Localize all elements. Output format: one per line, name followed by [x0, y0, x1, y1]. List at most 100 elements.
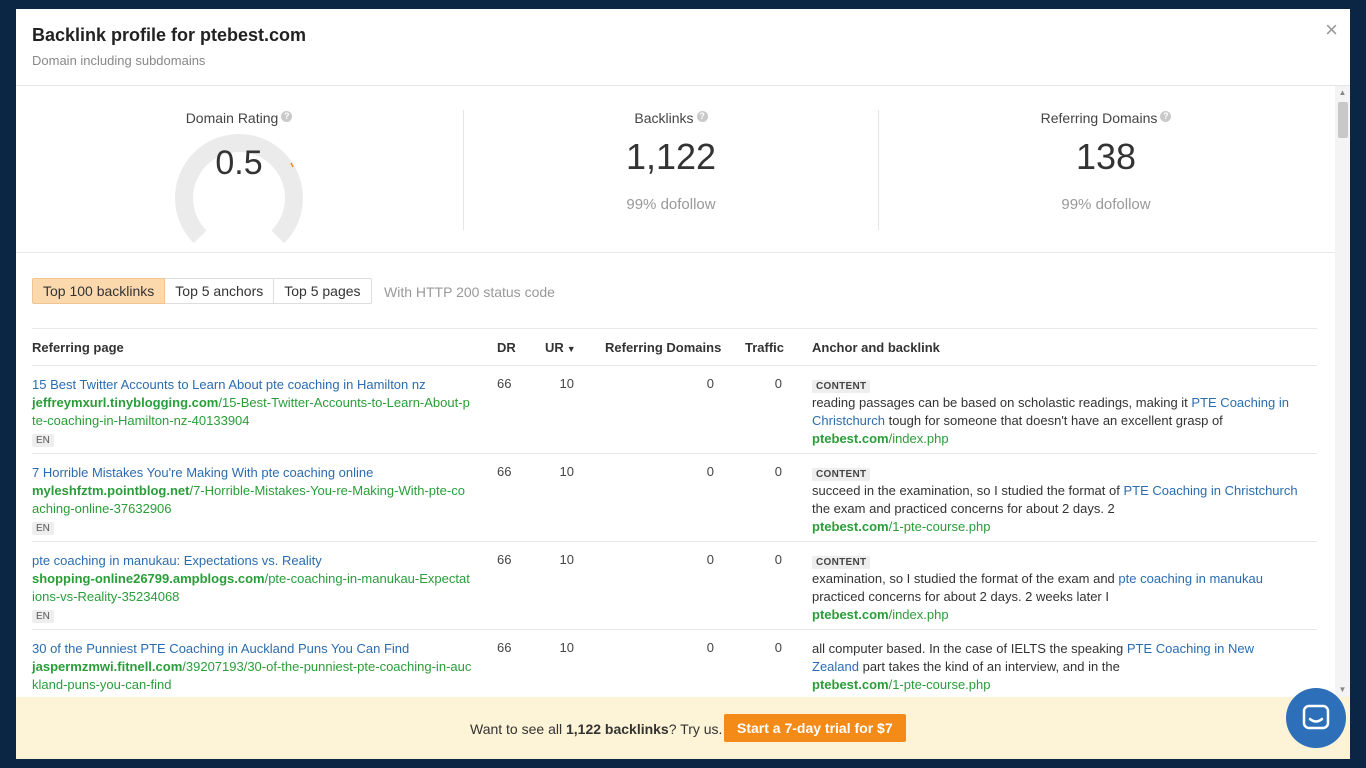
sort-down-icon: ▼ — [566, 344, 576, 354]
start-trial-button[interactable]: Start a 7-day trial for $7 — [724, 714, 906, 742]
anchor-context-after: tough for someone that doesn't have an e… — [884, 413, 1223, 428]
backlinks-metric: Backlinks? 1,122 99% dofollow — [571, 110, 771, 213]
traffic-value: 0 — [774, 464, 782, 479]
modal-header: Backlink profile for ptebest.com Domain … — [16, 9, 1350, 86]
referring-page-cell: 30 of the Punniest PTE Coaching in Auckl… — [32, 640, 472, 694]
dr-value: 66 — [497, 640, 512, 655]
referring-page-title[interactable]: 30 of the Punniest PTE Coaching in Auckl… — [32, 640, 472, 658]
language-badge: EN — [32, 434, 54, 447]
table-header: Referring page DR UR ▼ Referring Domains … — [32, 328, 1317, 366]
tab-top-5-pages[interactable]: Top 5 pages — [274, 278, 372, 304]
header-ur-label: UR — [545, 340, 564, 355]
referring-page-title[interactable]: 15 Best Twitter Accounts to Learn About … — [32, 376, 472, 394]
header-traffic[interactable]: Traffic — [745, 340, 784, 355]
modal-title: Backlink profile for ptebest.com — [32, 25, 307, 45]
content-badge: CONTENT — [812, 556, 871, 569]
scroll-thumb[interactable] — [1338, 102, 1348, 138]
scroll-up-icon[interactable]: ▲ — [1335, 86, 1350, 100]
referring-domains-label: Referring Domains — [1040, 110, 1158, 126]
upgrade-footer: Want to see all 1,122 backlinks? Try us.… — [16, 697, 1350, 759]
traffic-value: 0 — [774, 640, 782, 655]
backlink-domain: ptebest.com — [812, 677, 889, 692]
anchor-context-after: practiced concerns for about 2 days. 2 w… — [812, 589, 1109, 604]
referring-domains-dofollow: 99% dofollow — [1061, 196, 1151, 213]
anchor-cell: CONTENT succeed in the examination, so I … — [812, 464, 1302, 536]
domain-rating-label: Domain Rating — [185, 110, 279, 126]
header-referring-page[interactable]: Referring page — [32, 340, 124, 355]
backlink-path: /index.php — [888, 607, 949, 622]
anchor-context-before: all computer based. In the case of IELTS… — [812, 641, 1127, 656]
backlink-url[interactable]: ptebest.com/index.php — [812, 606, 1302, 624]
status-code-note: With HTTP 200 status code — [384, 284, 555, 300]
metrics-panel: Domain Rating? 0.5 Backlinks? 1,122 99% … — [16, 86, 1335, 262]
domain-rating-value: 0.5 — [215, 144, 263, 182]
referring-page-cell: 15 Best Twitter Accounts to Learn About … — [32, 376, 472, 448]
referring-page-domain: shopping-online26799.ampblogs.com — [32, 571, 265, 586]
chat-icon — [1302, 704, 1330, 730]
referring-page-url[interactable]: jaspermzmwi.fitnell.com/39207193/30-of-t… — [32, 658, 472, 694]
referring-domains-value: 0 — [706, 464, 714, 479]
backlink-url[interactable]: ptebest.com/index.php — [812, 430, 1302, 448]
upgrade-message-suffix: ? Try us. — [668, 721, 723, 737]
help-icon[interactable]: ? — [281, 111, 293, 122]
referring-domains-value: 138 — [1075, 136, 1137, 177]
backlinks-value: 1,122 — [625, 136, 717, 177]
header-anchor-backlink[interactable]: Anchor and backlink — [812, 340, 940, 355]
backlink-url[interactable]: ptebest.com/1-pte-course.php — [812, 518, 1302, 536]
anchor-cell: CONTENT examination, so I studied the for… — [812, 552, 1302, 624]
backlink-tabs: Top 100 backlinks Top 5 anchors Top 5 pa… — [32, 278, 372, 304]
ur-value: 10 — [559, 552, 574, 567]
upgrade-backlink-count: 1,122 backlinks — [565, 721, 669, 737]
scroll-down-icon[interactable]: ▼ — [1335, 683, 1350, 697]
upgrade-message: Want to see all 1,122 backlinks? Try us. — [470, 721, 722, 737]
table-row: 7 Horrible Mistakes You're Making With p… — [32, 454, 1317, 542]
backlink-url[interactable]: ptebest.com/1-pte-course.php — [812, 676, 1302, 694]
referring-page-domain: jaspermzmwi.fitnell.com — [32, 659, 183, 674]
ur-value: 10 — [559, 376, 574, 391]
anchor-context-before: reading passages can be based on scholas… — [812, 395, 1192, 410]
table-row: pte coaching in manukau: Expectations vs… — [32, 542, 1317, 630]
referring-domains-metric: Referring Domains? 138 99% dofollow — [1006, 110, 1206, 213]
backlinks-table: Referring page DR UR ▼ Referring Domains … — [32, 328, 1317, 697]
ur-value: 10 — [559, 464, 574, 479]
referring-page-domain: myleshfztm.pointblog.net — [32, 483, 190, 498]
anchor-context-before: examination, so I studied the format of … — [812, 571, 1119, 586]
referring-page-url[interactable]: jeffreymxurl.tinyblogging.com/15-Best-Tw… — [32, 394, 472, 430]
modal-subtitle: Domain including subdomains — [32, 53, 206, 68]
backlinks-dofollow: 99% dofollow — [626, 196, 716, 213]
backlink-path: /1-pte-course.php — [888, 519, 991, 534]
referring-page-cell: 7 Horrible Mistakes You're Making With p… — [32, 464, 472, 536]
vertical-scrollbar[interactable]: ▲ ▼ — [1335, 86, 1350, 697]
referring-domains-value: 0 — [706, 640, 714, 655]
anchor-context-after: part takes the kind of an interview, and… — [858, 659, 1120, 674]
referring-page-domain: jeffreymxurl.tinyblogging.com — [32, 395, 219, 410]
chat-button[interactable] — [1286, 688, 1346, 748]
referring-domains-value: 0 — [706, 376, 714, 391]
referring-page-title[interactable]: 7 Horrible Mistakes You're Making With p… — [32, 464, 472, 482]
close-icon[interactable]: × — [1325, 19, 1338, 41]
help-icon[interactable]: ? — [696, 111, 708, 122]
header-referring-domains[interactable]: Referring Domains — [605, 340, 721, 355]
upgrade-message-prefix: Want to see all — [470, 721, 566, 737]
table-row: 30 of the Punniest PTE Coaching in Auckl… — [32, 630, 1317, 697]
traffic-value: 0 — [774, 552, 782, 567]
tab-top-5-anchors[interactable]: Top 5 anchors — [165, 278, 275, 304]
backlinks-label: Backlinks — [634, 110, 694, 126]
referring-page-url[interactable]: myleshfztm.pointblog.net/7-Horrible-Mist… — [32, 482, 472, 518]
modal-content: Domain Rating? 0.5 Backlinks? 1,122 99% … — [16, 86, 1335, 697]
header-dr[interactable]: DR — [497, 340, 516, 355]
anchor-link[interactable]: pte coaching in manukau — [1118, 571, 1263, 586]
referring-page-url[interactable]: shopping-online26799.ampblogs.com/pte-co… — [32, 570, 472, 606]
anchor-link[interactable]: PTE Coaching in Christchurch — [1123, 483, 1297, 498]
content-badge: CONTENT — [812, 380, 871, 393]
referring-page-title[interactable]: pte coaching in manukau: Expectations vs… — [32, 552, 472, 570]
metric-divider — [878, 110, 879, 230]
tab-top-100-backlinks[interactable]: Top 100 backlinks — [32, 278, 166, 304]
dr-value: 66 — [497, 552, 512, 567]
table-body: 15 Best Twitter Accounts to Learn About … — [32, 366, 1317, 697]
header-ur[interactable]: UR ▼ — [545, 340, 576, 355]
help-icon[interactable]: ? — [1160, 111, 1172, 122]
referring-page-cell: pte coaching in manukau: Expectations vs… — [32, 552, 472, 624]
referring-domains-value: 0 — [706, 552, 714, 567]
content-badge: CONTENT — [812, 468, 871, 481]
